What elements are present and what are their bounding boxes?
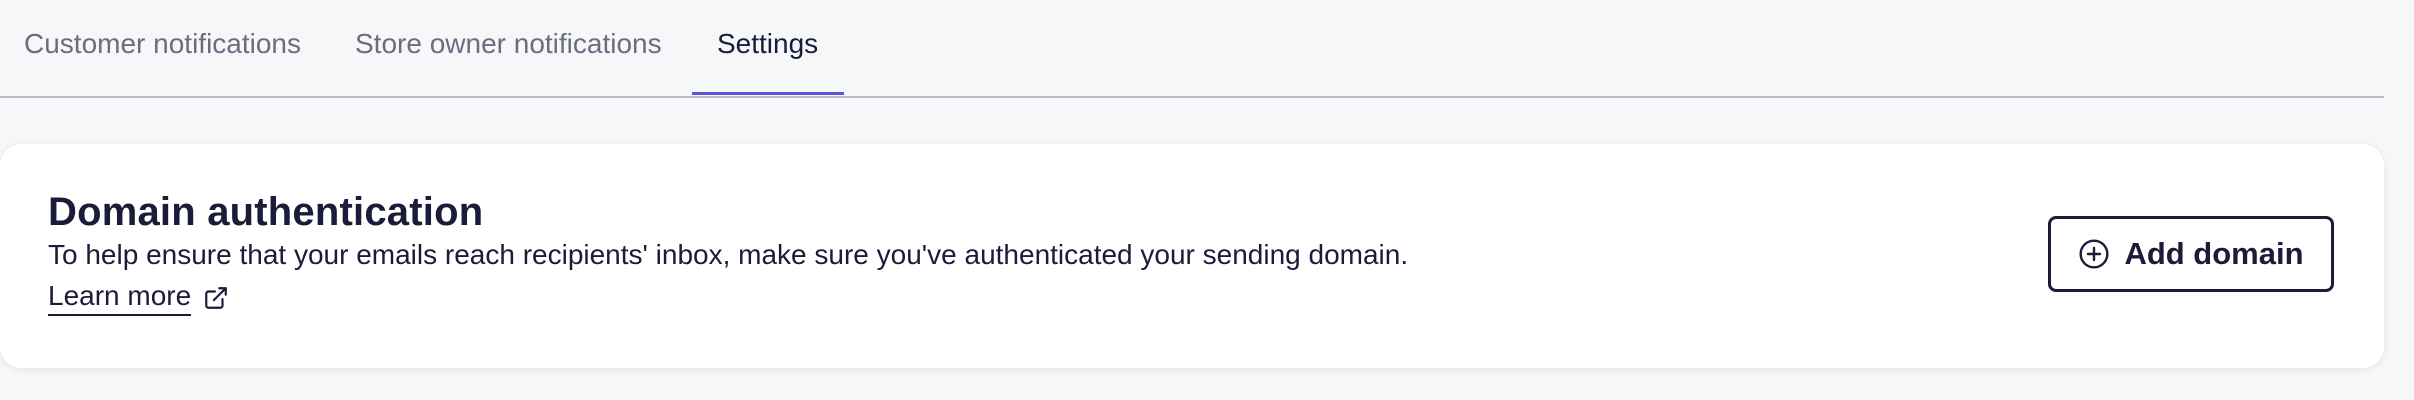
add-domain-label: Add domain xyxy=(2124,236,2304,271)
card-description: To help ensure that your emails reach re… xyxy=(48,239,1409,270)
tab-store-owner-notifications[interactable]: Store owner notifications xyxy=(355,28,662,60)
external-link-icon xyxy=(203,285,229,311)
domain-authentication-card: Domain authentication To help ensure tha… xyxy=(0,144,2384,368)
learn-more-label[interactable]: Learn more xyxy=(48,280,192,316)
tab-bar: Customer notifications Store owner notif… xyxy=(0,0,2384,98)
active-tab-indicator xyxy=(692,92,844,95)
tab-settings[interactable]: Settings xyxy=(717,28,818,60)
plus-circle-icon xyxy=(2078,238,2110,270)
learn-more-link[interactable]: Learn more xyxy=(48,280,229,316)
tab-customer-notifications[interactable]: Customer notifications xyxy=(24,28,301,60)
card-title: Domain authentication xyxy=(48,190,484,234)
add-domain-button[interactable]: Add domain xyxy=(2048,216,2334,292)
